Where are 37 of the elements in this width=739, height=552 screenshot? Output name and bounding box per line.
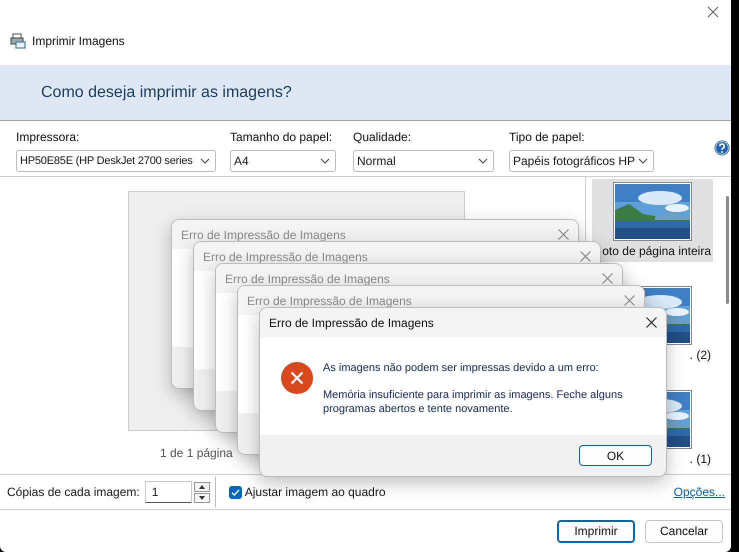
chevron-icon: [638, 158, 648, 164]
page-count: 1 de 1 página: [160, 446, 234, 460]
dropdown[interactable]: A4: [230, 150, 336, 172]
close-icon[interactable]: [646, 317, 657, 328]
dialog-title: Erro de Impressão de Imagens: [247, 294, 412, 308]
ok-button[interactable]: OK: [579, 445, 652, 466]
spin-up-icon[interactable]: [194, 482, 210, 492]
checkbox-label: Ajustar imagem ao quadro: [244, 485, 386, 499]
cancel-button[interactable]: Cancelar: [645, 520, 723, 542]
dialog-title: Erro de Impressão de Imagens: [181, 228, 346, 242]
dialog-title: Erro de Impressão de Imagens: [269, 316, 434, 330]
chevron-icon: [320, 158, 330, 164]
dropdown[interactable]: Papéis fotográficos HP: [509, 150, 654, 172]
option-label: Qualidade:: [353, 130, 412, 144]
print-button[interactable]: Imprimir: [557, 520, 635, 542]
option-label: Tipo de papel:: [509, 130, 586, 144]
dialog-title: Erro de Impressão de Imagens: [225, 272, 390, 286]
error-message: As imagens não podem ser impressas devido a um erro:: [323, 361, 600, 375]
layout-item[interactable]: oto de página inteira: [592, 179, 713, 262]
error-icon: [281, 362, 313, 394]
help-icon[interactable]: [714, 140, 730, 156]
copies-field[interactable]: 1: [144, 481, 192, 503]
spin-down-icon[interactable]: [194, 492, 210, 502]
option-label: Impressora:: [16, 130, 80, 144]
option-label: Tamanho do papel:: [230, 130, 334, 144]
dropdown[interactable]: HP50E85E (HP DeskJet 2700 series: [16, 150, 216, 172]
dialog-title: Erro de Impressão de Imagens: [203, 250, 368, 264]
dialog-heading: Como deseja imprimir as imagens?: [41, 84, 292, 102]
checkbox[interactable]: [228, 486, 242, 498]
copies-label: Cópias de cada imagem:: [7, 485, 140, 499]
window-title: Imprimir Imagens: [32, 34, 125, 48]
error-detail: Memória insuficiente para imprimir as imagens. Feche alguns programas abertos e tente novamente.: [323, 388, 624, 416]
dropdown[interactable]: Normal: [353, 150, 494, 172]
printer-icon: [10, 33, 26, 49]
options-link[interactable]: Opções...: [674, 485, 725, 499]
chevron-icon: [200, 158, 210, 164]
chevron-icon: [478, 158, 488, 164]
